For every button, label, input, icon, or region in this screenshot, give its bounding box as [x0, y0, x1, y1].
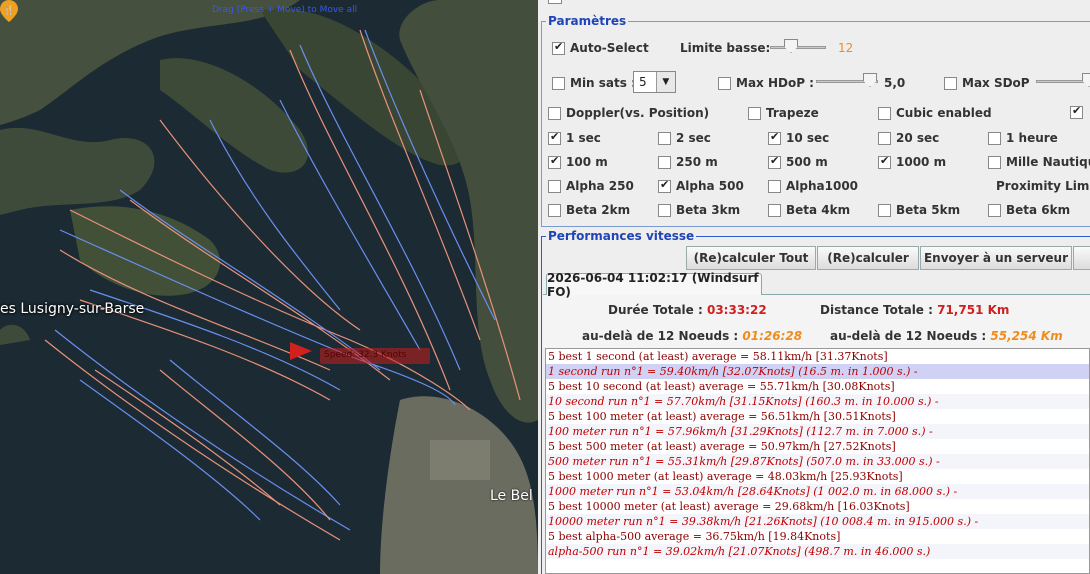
scroll-stub	[548, 0, 562, 4]
min-sats-select[interactable]: 5 ▼	[633, 71, 676, 93]
perf-title: Performances vitesse	[546, 229, 697, 243]
max-sdop-checkbox[interactable]: Max SDoP	[944, 76, 1030, 90]
checkbox-100-m[interactable]: 100 m	[548, 154, 608, 169]
checkbox-500-m[interactable]: 500 m	[768, 154, 828, 169]
list-item[interactable]: alpha-500 run n°1 = 39.02km/h [21.07Knot…	[546, 544, 1089, 559]
checkbox-20-sec[interactable]: 20 sec	[878, 131, 939, 145]
checkbox-1-heure[interactable]: 1 heure	[988, 131, 1058, 145]
position-arrow-icon	[290, 342, 312, 360]
list-item[interactable]: 5 best 500 meter (at least) average = 50…	[546, 439, 1089, 454]
checkbox-10-sec[interactable]: 10 sec	[768, 130, 829, 145]
checkbox-beta-6km[interactable]: Beta 6km	[988, 203, 1070, 217]
list-item[interactable]: 5 best 10 second (at least) average = 55…	[546, 379, 1089, 394]
duree-value: 03:33:22	[706, 303, 767, 317]
map-view[interactable]: Drag (Press + Move) to Move all es Lusig…	[0, 0, 538, 574]
checkbox-alpha-1000[interactable]: Alpha1000	[768, 179, 858, 193]
list-item[interactable]: 100 meter run n°1 = 57.96km/h [31.29Knot…	[546, 424, 1089, 439]
chevron-down-icon[interactable]: ▼	[655, 72, 675, 92]
max-hdop-value: 5,0	[884, 76, 906, 90]
restaurant-pin-icon[interactable]: 🍴	[0, 0, 18, 22]
duree-label: Durée Totale : 03:33:22	[608, 303, 767, 317]
beyond-time-value: 01:26:28	[742, 329, 803, 343]
send-server-button[interactable]: Envoyer à un serveur	[920, 246, 1072, 270]
checkbox-2-sec[interactable]: 2 sec	[658, 131, 711, 145]
list-item[interactable]: 10000 meter run n°1 = 39.38km/h [21.26Kn…	[546, 514, 1089, 529]
proximity-label: Proximity Limits	[996, 179, 1090, 193]
params-title: Paramètres	[546, 14, 629, 28]
limite-basse-label: Limite basse:	[680, 41, 771, 55]
beyond-time-stat: au-delà de 12 Noeuds : 01:26:28	[582, 329, 803, 343]
extra-button[interactable]	[1073, 246, 1090, 270]
map-place-label: es Lusigny-sur-Barse	[0, 301, 145, 317]
checkbox-1000-m[interactable]: 1000 m	[878, 154, 946, 169]
list-item[interactable]: 5 best 10000 meter (at least) average = …	[546, 499, 1089, 514]
distance-value: 71,751 Km	[937, 303, 1010, 317]
list-item[interactable]: 10 second run n°1 = 57.70km/h [31.15Knot…	[546, 394, 1089, 409]
speed-tag: Speed: 32.3 Knots	[320, 348, 430, 364]
cubic-checkbox[interactable]: Cubic enabled	[878, 106, 992, 120]
checkbox-beta-3km[interactable]: Beta 3km	[658, 203, 740, 217]
checkbox-beta-5km[interactable]: Beta 5km	[878, 203, 960, 217]
svg-text:🍴: 🍴	[3, 4, 14, 16]
checkbox-beta-4km[interactable]: Beta 4km	[768, 203, 850, 217]
beyond-dist-value: 55,254 Km	[990, 329, 1063, 343]
limite-basse-slider[interactable]	[770, 39, 826, 55]
list-item[interactable]: 500 meter run n°1 = 55.31km/h [29.87Knot…	[546, 454, 1089, 469]
min-sats-checkbox[interactable]: Min sats :	[552, 76, 636, 90]
list-item[interactable]: 5 best 1 second (at least) average = 58.…	[546, 349, 1089, 364]
max-sdop-slider[interactable]	[1036, 73, 1090, 89]
distance-label: Distance Totale : 71,751 Km	[820, 303, 1010, 317]
doppler-checkbox[interactable]: Doppler(vs. Position)	[548, 106, 709, 120]
map-drag-hint: Drag (Press + Move) to Move all	[212, 5, 358, 15]
list-item[interactable]: 1000 meter run n°1 = 53.04km/h [28.64Kno…	[546, 484, 1089, 499]
list-item[interactable]: 5 best 100 meter (at least) average = 56…	[546, 409, 1089, 424]
trapeze-checkbox[interactable]: Trapeze	[748, 106, 819, 120]
recalc-all-button[interactable]: (Re)calculer Tout	[686, 246, 816, 270]
auto-select-checkbox[interactable]: Auto-Select	[552, 40, 649, 55]
checkbox-250-m[interactable]: 250 m	[658, 155, 718, 169]
extra-checkbox[interactable]	[1070, 104, 1088, 119]
checkbox-1-sec[interactable]: 1 sec	[548, 130, 601, 145]
list-item[interactable]: 5 best 1000 meter (at least) average = 4…	[546, 469, 1089, 484]
track-map[interactable]	[0, 0, 538, 574]
list-item[interactable]: 1 second run n°1 = 59.40km/h [32.07Knots…	[546, 364, 1089, 379]
max-hdop-checkbox[interactable]: Max HDoP :	[718, 76, 814, 90]
results-list[interactable]: 5 best 1 second (at least) average = 58.…	[545, 348, 1090, 574]
checkbox-mille-nautique[interactable]: Mille Nautique	[988, 155, 1090, 169]
session-tab[interactable]: 2026-06-04 11:02:17 (Windsurf FO)	[546, 271, 762, 299]
limite-basse-value: 12	[838, 41, 854, 55]
checkbox-alpha-500[interactable]: Alpha 500	[658, 178, 744, 193]
max-hdop-slider[interactable]	[816, 73, 878, 89]
checkbox-alpha-250[interactable]: Alpha 250	[548, 179, 634, 193]
list-item[interactable]: 5 best alpha-500 average = 36.75km/h [19…	[546, 529, 1089, 544]
checkbox-beta-2km[interactable]: Beta 2km	[548, 203, 630, 217]
recalc-button[interactable]: (Re)calculer	[817, 246, 919, 270]
poi-label: Le Bel	[490, 488, 533, 504]
beyond-dist-stat: au-delà de 12 Noeuds : 55,254 Km	[830, 329, 1063, 343]
